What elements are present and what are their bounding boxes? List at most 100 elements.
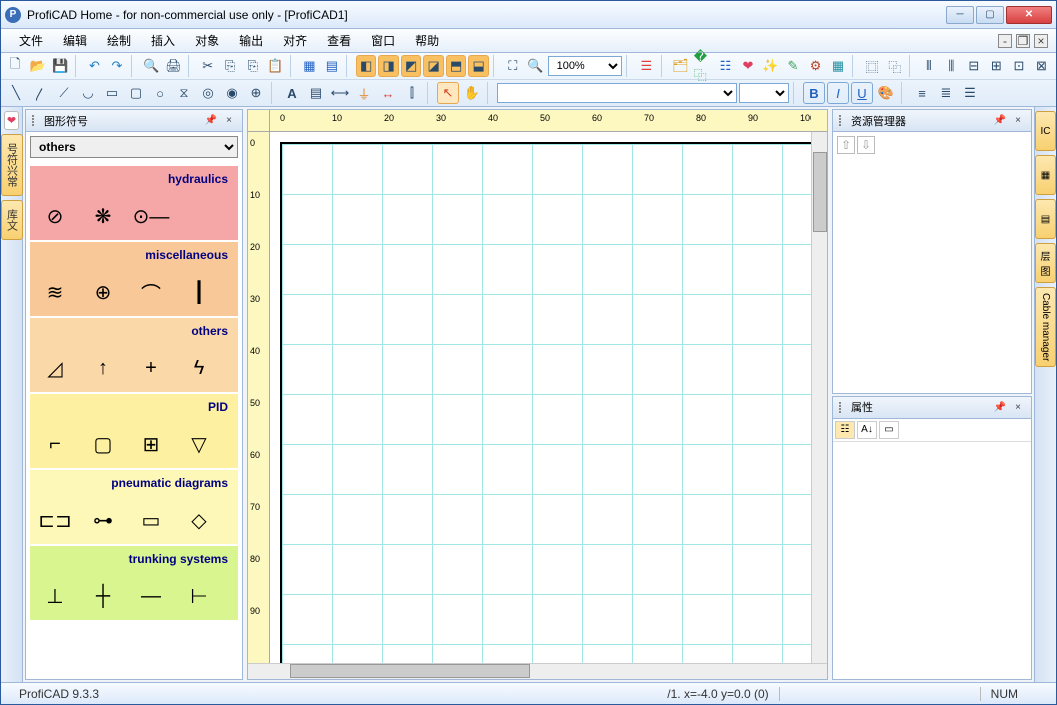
- line-icon[interactable]: ╲: [5, 82, 27, 104]
- align-right-icon[interactable]: ◩: [401, 55, 422, 77]
- italic-button[interactable]: I: [827, 82, 849, 104]
- ungroup-icon[interactable]: ⿻: [884, 55, 905, 77]
- symbol-icon[interactable]: ⌐: [36, 428, 74, 460]
- layers-icon[interactable]: ☰: [636, 55, 657, 77]
- panel-grip-icon[interactable]: [32, 115, 40, 126]
- symbol-icon[interactable]: ◿: [36, 352, 74, 384]
- textbox-icon[interactable]: ▤: [305, 82, 327, 104]
- bold-button[interactable]: B: [803, 82, 825, 104]
- explorer-body[interactable]: [833, 158, 1031, 393]
- dist-h-icon[interactable]: ⫴: [919, 55, 940, 77]
- category-header[interactable]: trunking systems: [30, 546, 238, 572]
- category-trunking-systems[interactable]: trunking systems⊥┼—⊢: [30, 546, 238, 620]
- tree-icon[interactable]: 🗂: [670, 55, 691, 77]
- properties-body[interactable]: [833, 442, 1031, 680]
- category-PID[interactable]: PID⌐▢⊞▽: [30, 394, 238, 468]
- symbol-icon[interactable]: —: [132, 580, 170, 612]
- menu-edit[interactable]: 编辑: [53, 30, 97, 51]
- symbol-icon[interactable]: ┼: [84, 580, 122, 612]
- align-center-h-icon[interactable]: ◨: [378, 55, 399, 77]
- textalign-right-icon[interactable]: ☰: [959, 82, 981, 104]
- org-icon[interactable]: �⿻: [693, 55, 714, 77]
- color-button[interactable]: 🎨: [875, 82, 897, 104]
- category-header[interactable]: others: [30, 318, 238, 344]
- print-icon[interactable]: 🖨: [163, 55, 184, 77]
- align-top-icon[interactable]: ◪: [423, 55, 444, 77]
- undo-icon[interactable]: ↶: [84, 55, 105, 77]
- redo-icon[interactable]: ↷: [107, 55, 128, 77]
- panel-close-icon[interactable]: ×: [222, 114, 236, 128]
- copy-icon[interactable]: ⎘: [220, 55, 241, 77]
- category-miscellaneous[interactable]: miscellaneous≋⊕⌒┃: [30, 242, 238, 316]
- ground-icon[interactable]: ⏚: [353, 82, 375, 104]
- menu-insert[interactable]: 插入: [141, 30, 185, 51]
- ellipse-icon[interactable]: ○: [149, 82, 171, 104]
- paste-icon[interactable]: 📋: [265, 55, 286, 77]
- shape3-icon[interactable]: ◉: [221, 82, 243, 104]
- bus-icon[interactable]: ⫿: [401, 82, 423, 104]
- close-button[interactable]: ✕: [1006, 6, 1052, 24]
- favorites-tab[interactable]: ❤: [4, 111, 19, 130]
- rtab-ic[interactable]: IC: [1035, 111, 1056, 151]
- nav-up-icon[interactable]: ⇧: [837, 136, 855, 154]
- category-header[interactable]: hydraulics: [30, 166, 238, 192]
- symbol-icon[interactable]: ⊕: [84, 276, 122, 308]
- menu-draw[interactable]: 绘制: [97, 30, 141, 51]
- menu-output[interactable]: 输出: [229, 30, 273, 51]
- shape1-icon[interactable]: ⧖: [173, 82, 195, 104]
- heart-icon[interactable]: ❤: [738, 55, 759, 77]
- wire-icon[interactable]: ↔: [377, 82, 399, 104]
- tool1-icon[interactable]: ⚙: [805, 55, 826, 77]
- roundrect-icon[interactable]: ▢: [125, 82, 147, 104]
- category-header[interactable]: miscellaneous: [30, 242, 238, 268]
- prop-sort-icon[interactable]: A↓: [857, 421, 877, 439]
- open-icon[interactable]: 📂: [28, 55, 49, 77]
- shape2-icon[interactable]: ◎: [197, 82, 219, 104]
- grid2-icon[interactable]: ▤: [322, 55, 343, 77]
- group-icon[interactable]: ⿴: [862, 55, 883, 77]
- symbol-icon[interactable]: ↑: [84, 352, 122, 384]
- category-header[interactable]: PID: [30, 394, 238, 420]
- menu-window[interactable]: 窗口: [361, 30, 405, 51]
- symbol-icon[interactable]: ❋: [84, 200, 122, 232]
- menu-file[interactable]: 文件: [9, 30, 53, 51]
- rtab-layers[interactable]: 层图: [1035, 243, 1056, 283]
- pin-icon[interactable]: 📌: [993, 400, 1007, 414]
- panel-close-icon[interactable]: ×: [1011, 114, 1025, 128]
- horizontal-ruler[interactable]: 0102030405060708090100: [270, 110, 811, 132]
- rtab-cable-manager[interactable]: Cable manager: [1035, 287, 1056, 367]
- panel-grip-icon[interactable]: [839, 402, 847, 413]
- spc4-icon[interactable]: ⊠: [1031, 55, 1052, 77]
- symbol-icon[interactable]: ⊶: [84, 504, 122, 536]
- spc2-icon[interactable]: ⊞: [986, 55, 1007, 77]
- net-icon[interactable]: ☷: [715, 55, 736, 77]
- scrollbar-vertical[interactable]: [811, 132, 827, 663]
- menu-align[interactable]: 对齐: [273, 30, 317, 51]
- maximize-button[interactable]: ▢: [976, 6, 1004, 24]
- scrollbar-horizontal[interactable]: [248, 663, 827, 679]
- align-bottom-icon[interactable]: ⬓: [468, 55, 489, 77]
- symbol-icon[interactable]: +: [132, 352, 170, 384]
- save-icon[interactable]: 💾: [50, 55, 71, 77]
- category-others[interactable]: others ◿ ↑ + ϟ: [30, 318, 238, 392]
- textalign-center-icon[interactable]: ≣: [935, 82, 957, 104]
- symbol-icon[interactable]: ϟ: [180, 352, 218, 384]
- category-pneumatic-diagrams[interactable]: pneumatic diagrams⊏⊐⊶▭◇: [30, 470, 238, 544]
- align-middle-icon[interactable]: ⬒: [446, 55, 467, 77]
- mdi-restore-button[interactable]: ❐: [1016, 34, 1030, 48]
- polyline-icon[interactable]: 〳: [29, 82, 51, 104]
- spc1-icon[interactable]: ⊟: [964, 55, 985, 77]
- symbol-icon[interactable]: ┃: [180, 276, 218, 308]
- vertical-ruler[interactable]: 0102030405060708090: [248, 132, 270, 663]
- symbol-icon[interactable]: ≋: [36, 276, 74, 308]
- shape4-icon[interactable]: ⊕: [245, 82, 267, 104]
- text-icon[interactable]: A: [281, 82, 303, 104]
- prop-pages-icon[interactable]: ▭: [879, 421, 899, 439]
- mdi-minimize-button[interactable]: -: [998, 34, 1012, 48]
- menu-object[interactable]: 对象: [185, 30, 229, 51]
- align-left-icon[interactable]: ◧: [356, 55, 377, 77]
- menu-view[interactable]: 查看: [317, 30, 361, 51]
- menu-help[interactable]: 帮助: [405, 30, 449, 51]
- font-select[interactable]: [497, 83, 737, 103]
- pin-icon[interactable]: 📌: [993, 114, 1007, 128]
